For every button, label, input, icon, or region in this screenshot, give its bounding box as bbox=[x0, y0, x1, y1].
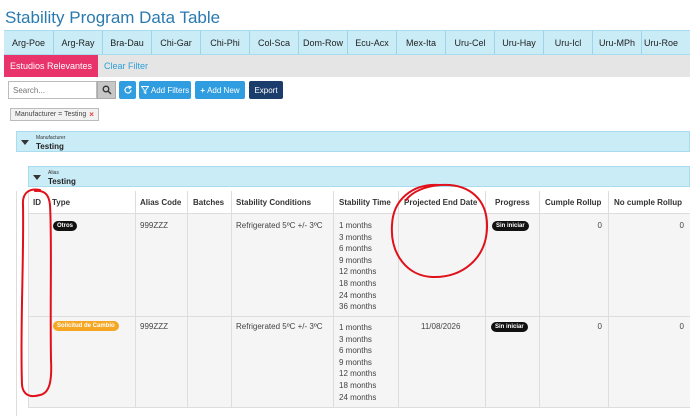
add-filters-label: Add Filters bbox=[150, 85, 190, 95]
tab-uru-hay[interactable]: Uru-Hay bbox=[495, 31, 544, 54]
group-header-manufacturer[interactable]: Manufacturer Testing bbox=[16, 131, 690, 152]
tab-uru-roe[interactable]: Uru-Roe bbox=[642, 31, 680, 54]
col-header-progress[interactable]: Progress bbox=[490, 191, 540, 214]
filter-icon bbox=[140, 86, 149, 94]
filter-chip-label: Manufacturer = Testing bbox=[15, 111, 87, 118]
tab-arg-ray[interactable]: Arg-Ray bbox=[54, 31, 103, 54]
cell-no-cumple-rollup: 0 bbox=[679, 322, 684, 331]
cell-projected-end-date: 11/08/2026 bbox=[421, 322, 461, 331]
cell-cumple-rollup: 0 bbox=[597, 322, 602, 331]
plus-icon: + bbox=[200, 85, 206, 95]
clear-filter-link[interactable]: Clear Filter bbox=[104, 55, 148, 77]
col-header-stability-conditions[interactable]: Stability Conditions bbox=[231, 191, 334, 214]
refresh-icon bbox=[123, 85, 132, 94]
export-button[interactable]: Export bbox=[249, 81, 283, 99]
progress-badge: Sin iniciar bbox=[492, 221, 529, 231]
cell-stability-time: 1 months 3 months 6 months 9 months 12 m… bbox=[339, 323, 377, 402]
data-table: ID Type Alias Code Batches Stability Con… bbox=[16, 191, 690, 416]
divider bbox=[28, 213, 690, 214]
filter-chip: Manufacturer = Testing × bbox=[10, 108, 99, 121]
subtab-bar: Estudios Relevantes Clear Filter bbox=[4, 55, 690, 77]
group-value: Testing bbox=[48, 177, 76, 186]
tab-uru-mph[interactable]: Uru-MPh bbox=[593, 31, 642, 54]
page-title: Stability Program Data Table bbox=[5, 8, 221, 27]
tab-estudios-relevantes[interactable]: Estudios Relevantes bbox=[4, 55, 98, 77]
cell-no-cumple-rollup: 0 bbox=[679, 221, 684, 230]
tab-uru-cel[interactable]: Uru-Cel bbox=[446, 31, 495, 54]
add-new-label: Add New bbox=[207, 85, 240, 95]
cell-alias-code: 999ZZZ bbox=[140, 221, 169, 230]
divider bbox=[539, 191, 540, 407]
col-header-no-cumple-rollup[interactable]: No cumple Rollup bbox=[609, 191, 690, 214]
col-header-projected-end-date[interactable]: Projected End Date bbox=[399, 191, 485, 214]
tab-chi-gar[interactable]: Chi-Gar bbox=[152, 31, 201, 54]
cell-stability-conditions: Refrigerated 5ºC +/- 3ºC bbox=[236, 322, 323, 331]
cell-cumple-rollup: 0 bbox=[597, 221, 602, 230]
country-tabs: Arg-Poe Arg-Ray Bra-Dau Chi-Gar Chi-Phi … bbox=[4, 30, 690, 55]
col-header-stability-time[interactable]: Stability Time bbox=[334, 191, 398, 214]
col-header-batches[interactable]: Batches bbox=[188, 191, 231, 214]
group-value: Testing bbox=[36, 142, 64, 151]
collapse-triangle-icon[interactable] bbox=[33, 175, 41, 180]
col-header-alias-code[interactable]: Alias Code bbox=[135, 191, 187, 214]
tab-mex-ita[interactable]: Mex-Ita bbox=[397, 31, 446, 54]
cell-stability-conditions: Refrigerated 5ºC +/- 3ºC bbox=[236, 221, 323, 230]
col-header-cumple-rollup[interactable]: Cumple Rollup bbox=[540, 191, 609, 214]
divider bbox=[333, 191, 334, 407]
search-icon bbox=[102, 85, 111, 95]
tab-uru-icl[interactable]: Uru-Icl bbox=[544, 31, 593, 54]
col-header-type[interactable]: Type bbox=[47, 191, 135, 214]
cell-alias-code: 999ZZZ bbox=[140, 322, 169, 331]
tab-chi-phi[interactable]: Chi-Phi bbox=[201, 31, 250, 54]
divider bbox=[398, 191, 399, 407]
remove-filter-icon[interactable]: × bbox=[89, 110, 94, 119]
refresh-button[interactable] bbox=[119, 81, 136, 99]
divider bbox=[135, 191, 136, 407]
add-new-button[interactable]: + Add New bbox=[195, 81, 245, 99]
type-badge: Otros bbox=[53, 221, 78, 231]
progress-badge: Sin iniciar bbox=[491, 322, 528, 332]
tab-bra-dau[interactable]: Bra-Dau bbox=[103, 31, 152, 54]
divider bbox=[28, 191, 29, 407]
group-caption: Manufacturer bbox=[36, 135, 66, 141]
type-badge: Solicitud de Cambio bbox=[53, 321, 119, 331]
divider bbox=[28, 407, 690, 408]
divider bbox=[231, 191, 232, 407]
tab-ecu-acx[interactable]: Ecu-Acx bbox=[348, 31, 397, 54]
divider bbox=[485, 191, 486, 407]
search-input[interactable] bbox=[8, 81, 97, 99]
add-filters-button[interactable]: Add Filters bbox=[139, 81, 191, 99]
divider bbox=[187, 191, 188, 407]
tab-arg-poe[interactable]: Arg-Poe bbox=[4, 31, 54, 54]
divider bbox=[28, 316, 690, 317]
tab-col-sca[interactable]: Col-Sca bbox=[250, 31, 299, 54]
group-header-alias[interactable]: Alias Testing bbox=[28, 166, 690, 187]
group-caption: Alias bbox=[48, 170, 59, 176]
divider bbox=[608, 191, 609, 407]
cell-stability-time: 1 months 3 months 6 months 9 months 12 m… bbox=[339, 221, 377, 312]
search-button[interactable] bbox=[97, 81, 116, 99]
tab-dom-row[interactable]: Dom-Row bbox=[299, 31, 348, 54]
collapse-triangle-icon[interactable] bbox=[21, 140, 29, 145]
